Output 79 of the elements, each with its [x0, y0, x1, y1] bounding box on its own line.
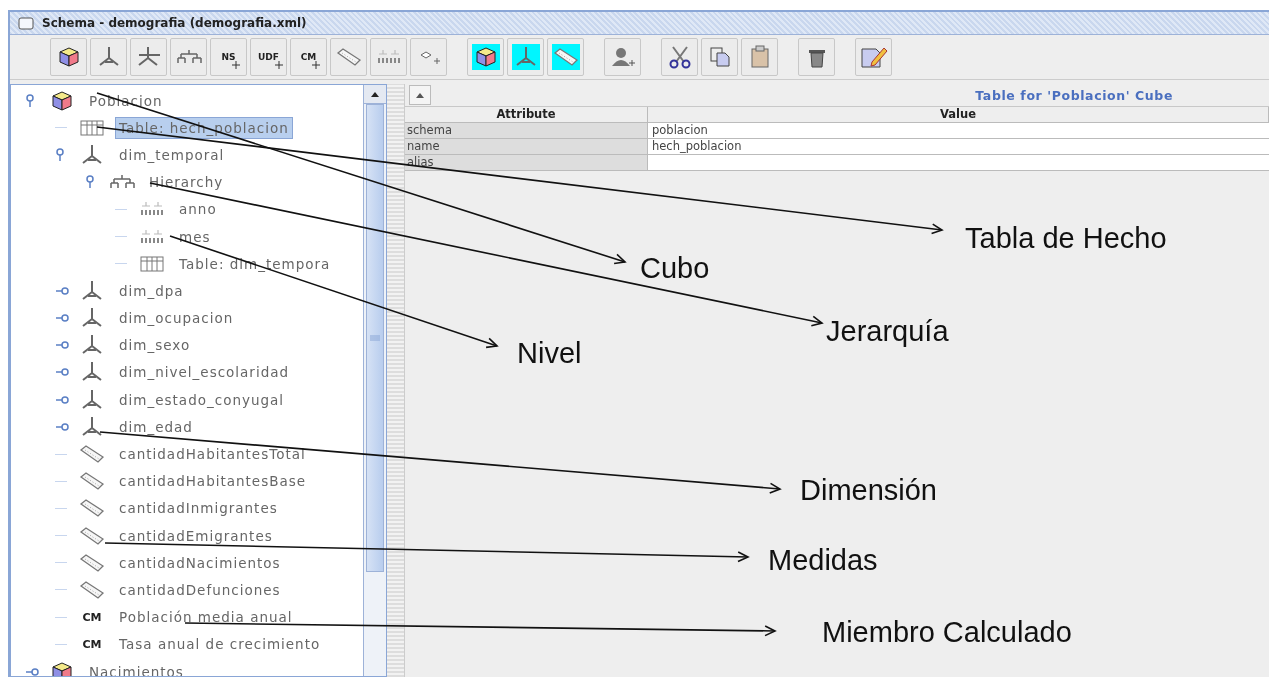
table-icon [137, 255, 167, 272]
annotation-label: Nivel [517, 336, 582, 370]
value-cell[interactable]: hech_poblacion [648, 139, 1269, 155]
annotation-label: Jerarquía [826, 314, 949, 348]
pencil-icon [859, 45, 888, 69]
tree-item[interactable]: cantidadInmigrantes [115, 497, 282, 520]
toolbar-button[interactable] [661, 38, 698, 76]
calculated-member-icon: CM [77, 637, 107, 651]
cube-icon [56, 46, 81, 68]
plus-icon [274, 61, 283, 69]
annotation-label: Cubo [640, 251, 710, 285]
toolbar-button[interactable]: NS [210, 38, 247, 76]
collapsed-handle-icon[interactable] [55, 340, 69, 351]
collapsed-handle-icon[interactable] [25, 666, 39, 676]
tree-item[interactable]: dim_nivel_escolaridad [115, 361, 294, 384]
toolbar-button[interactable] [507, 38, 544, 76]
scissors-icon [667, 45, 692, 69]
tree-item[interactable]: dim_temporal [115, 143, 229, 166]
tree-item[interactable]: cantidadHabitantesTotal [115, 443, 310, 466]
collapse-button[interactable] [409, 85, 431, 105]
toolbar-button[interactable] [855, 38, 892, 76]
collapsed-handle-icon[interactable] [55, 285, 69, 296]
toolbar-button[interactable] [467, 38, 504, 76]
expanded-handle-icon[interactable] [25, 93, 35, 108]
collapsed-handle-icon[interactable] [55, 367, 69, 378]
window-icon [18, 16, 34, 30]
column-header: Value [648, 107, 1269, 123]
collapsed-handle-icon[interactable] [55, 421, 69, 432]
annotation-label: Tabla de Hecho [965, 221, 1167, 255]
grip-icon [370, 335, 380, 341]
cube-icon [473, 46, 498, 68]
tree-item[interactable]: Hierarchy [145, 171, 228, 194]
copy-icon [708, 46, 731, 68]
tree-item[interactable]: mes [175, 225, 215, 248]
toolbar-button[interactable] [798, 38, 835, 76]
plus-icon [312, 61, 321, 69]
toolbar-button[interactable]: CM [290, 38, 327, 76]
tree-item[interactable]: dim_ocupacion [115, 307, 238, 330]
clipboard-icon [749, 45, 770, 69]
hierarchy-icon [175, 48, 202, 66]
tree-item[interactable]: dim_sexo [115, 334, 195, 357]
value-cell[interactable]: poblacion [648, 123, 1269, 139]
scroll-up-icon[interactable] [371, 91, 379, 97]
calculated-member-icon: CM [77, 610, 107, 624]
annotation-label: Miembro Calculado [822, 615, 1072, 649]
value-cell[interactable] [648, 155, 1269, 171]
collapsed-handle-icon[interactable] [55, 394, 69, 405]
annotation-label: Medidas [768, 543, 878, 577]
splitter[interactable] [387, 84, 404, 677]
table-icon [77, 119, 107, 136]
tree-item[interactable]: Población media anual [115, 606, 297, 629]
tree-item[interactable]: cantidadDefunciones [115, 578, 285, 601]
attribute-cell: name [405, 139, 648, 155]
tree-item[interactable]: dim_estado_conyugal [115, 388, 289, 411]
tree-item[interactable]: dim_dpa [115, 279, 188, 302]
expanded-handle-icon[interactable] [85, 175, 95, 190]
person-icon [609, 46, 636, 68]
caret-icon [416, 92, 424, 98]
scrollbar[interactable] [363, 85, 386, 676]
toolbar-button[interactable] [90, 38, 127, 76]
plus-icon [231, 61, 240, 69]
level-icon [375, 48, 402, 66]
expanded-handle-icon[interactable] [55, 147, 65, 162]
window-title: Schema - demografia (demografia.xml) [42, 16, 307, 30]
tree-item[interactable]: cantidadNacimientos [115, 551, 285, 574]
toolbar-button[interactable] [50, 38, 87, 76]
tree-item[interactable]: Nacimientos [85, 660, 188, 676]
tree-item[interactable]: dim_edad [115, 415, 197, 438]
toolbar-button[interactable]: UDF [250, 38, 287, 76]
tree-item[interactable]: cantidadEmigrantes [115, 524, 277, 547]
tree-item[interactable]: Tasa anual de crecimiento [115, 633, 325, 656]
details-title: Table for 'Poblacion' Cube [974, 87, 1174, 103]
tree-item[interactable]: anno [175, 198, 221, 221]
column-header: Attribute [405, 107, 648, 123]
annotation-label: Dimensión [800, 473, 937, 507]
tree-item[interactable]: cantidadHabitantesBase [115, 470, 311, 493]
toolbar-button[interactable] [130, 38, 167, 76]
collapsed-handle-icon[interactable] [55, 313, 69, 324]
attribute-cell: schema [405, 123, 648, 139]
